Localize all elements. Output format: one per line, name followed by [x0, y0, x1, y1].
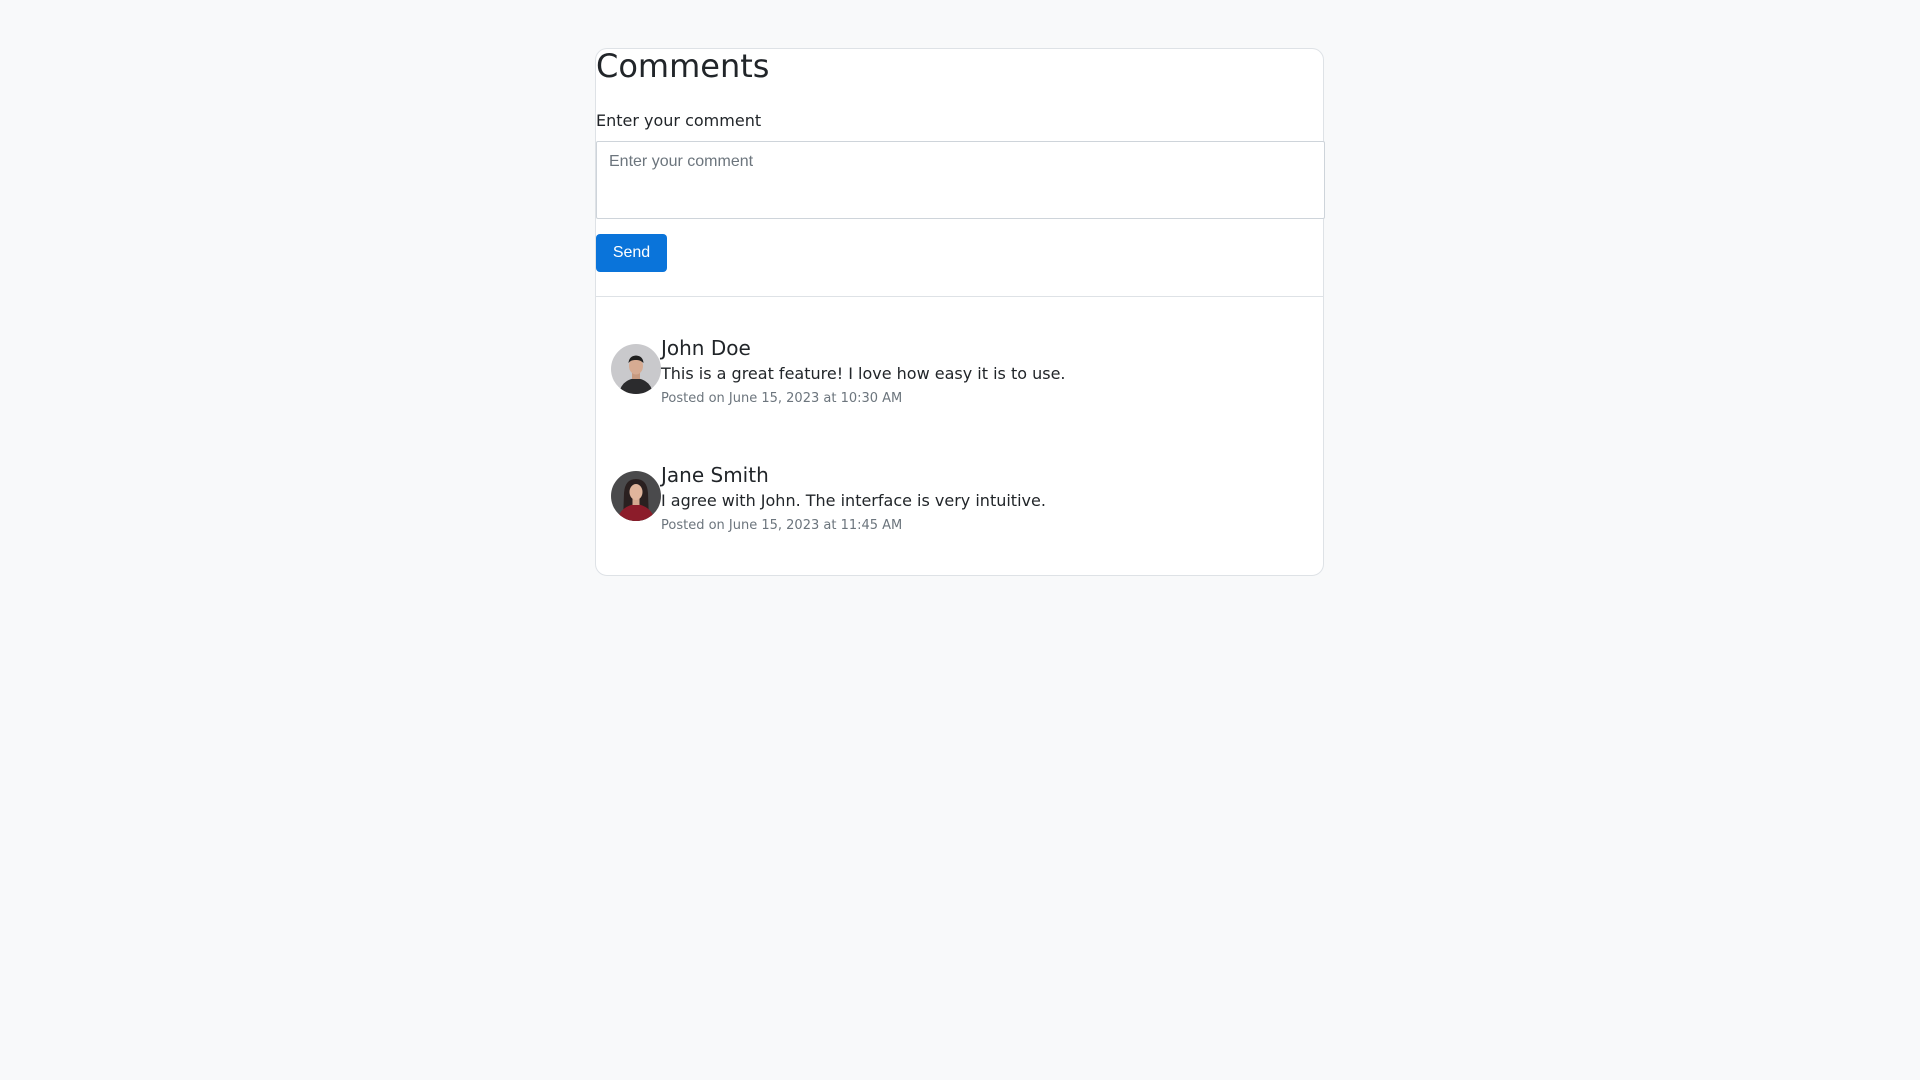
user-avatar-icon — [611, 344, 661, 394]
send-button[interactable]: Send — [596, 234, 667, 272]
user-avatar-icon — [611, 471, 661, 521]
comment-item: John Doe This is a great feature! I love… — [611, 336, 1311, 416]
comment-timestamp: Posted on June 15, 2023 at 11:45 AM — [661, 518, 903, 533]
comment-author: Jane Smith — [661, 463, 769, 487]
page-title: Comments — [596, 47, 770, 85]
comment-author: John Doe — [661, 336, 751, 360]
comment-text: I agree with John. The interface is very… — [661, 491, 1046, 510]
comments-card: Comments Enter your comment Send John Do… — [595, 47, 1325, 576]
comment-text: This is a great feature! I love how easy… — [661, 364, 1066, 383]
comment-item: Jane Smith I agree with John. The interf… — [611, 463, 1311, 543]
comment-input-label: Enter your comment — [596, 111, 762, 130]
comment-timestamp: Posted on June 15, 2023 at 10:30 AM — [661, 391, 903, 406]
comment-input[interactable] — [596, 141, 1325, 219]
divider — [596, 296, 1323, 297]
